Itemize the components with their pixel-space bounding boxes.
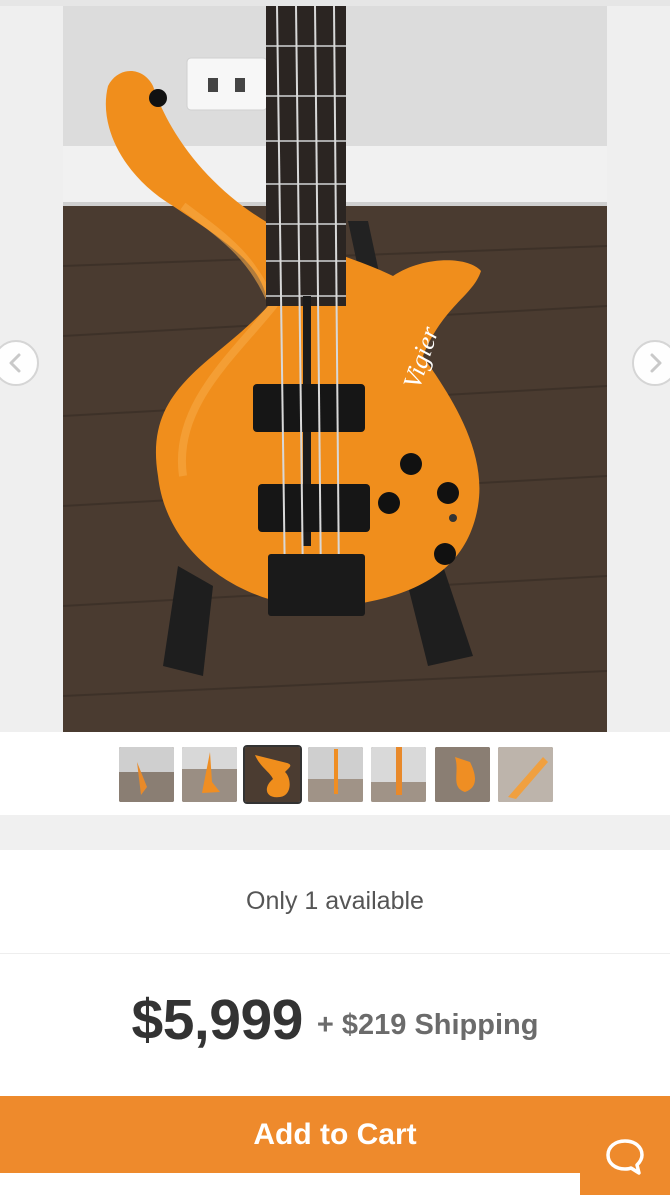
bass-guitar-photo: Vigier — [63, 6, 607, 732]
section-divider — [0, 815, 670, 850]
thumbnail-5[interactable] — [371, 747, 426, 802]
main-product-image[interactable]: Vigier — [63, 6, 607, 732]
thumbnail-4[interactable] — [308, 747, 363, 802]
thumbnail-6[interactable] — [435, 747, 490, 802]
price: $5,999 — [131, 988, 304, 1052]
thumbnail-strip — [0, 732, 670, 815]
availability-text: Only 1 available — [0, 850, 670, 954]
price-row: $5,999 + $219 Shipping — [0, 955, 670, 1085]
previous-image-button[interactable] — [0, 340, 39, 386]
thumbnail-3[interactable] — [243, 745, 302, 804]
next-image-button[interactable] — [632, 340, 670, 386]
thumbnail-2[interactable] — [182, 747, 237, 802]
chevron-left-icon — [9, 353, 21, 373]
add-to-cart-button[interactable]: Add to Cart — [0, 1096, 670, 1173]
shipping-cost: + $219 Shipping — [316, 1008, 539, 1041]
chat-bubble-icon — [606, 1138, 644, 1175]
chat-button[interactable] — [580, 1118, 670, 1195]
thumbnail-7[interactable] — [498, 747, 553, 802]
thumbnail-1[interactable] — [119, 747, 174, 802]
product-gallery: Vigier — [0, 0, 670, 815]
chevron-right-icon — [650, 353, 662, 373]
